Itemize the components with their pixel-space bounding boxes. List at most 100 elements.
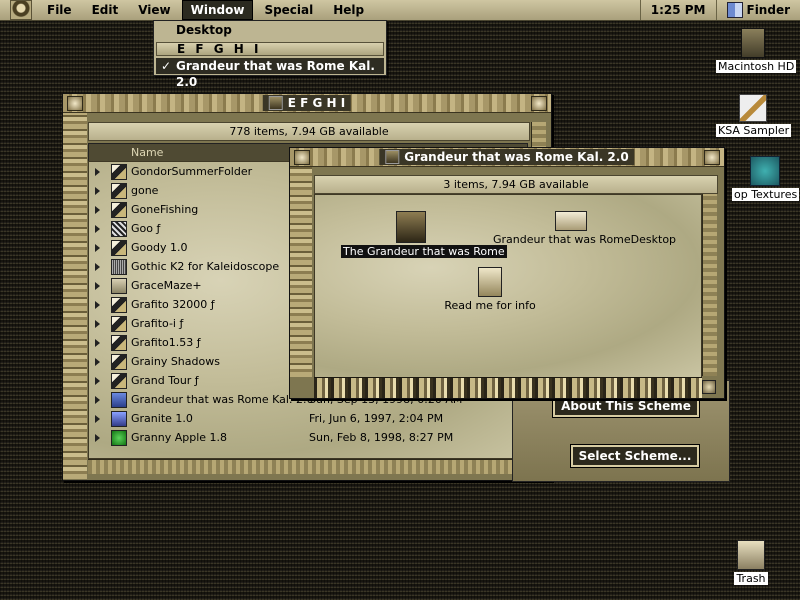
list-item-name: Grand Tour ƒ bbox=[131, 374, 199, 387]
file-icon-grandeur-desktop[interactable]: Grandeur that was RomeDesktop bbox=[491, 211, 676, 246]
zoom-box-icon[interactable] bbox=[704, 150, 720, 165]
application-name: Finder bbox=[746, 3, 791, 17]
status-bar: 778 items, 7.94 GB available bbox=[88, 122, 530, 141]
title-bar[interactable]: E F G H I bbox=[63, 94, 551, 113]
window-title-text: Grandeur that was Rome Kal. 2.0 bbox=[404, 150, 629, 164]
disclosure-triangle-icon[interactable] bbox=[95, 358, 100, 366]
list-item-date: Sun, Feb 8, 1998, 8:27 PM bbox=[309, 431, 454, 444]
file-type-icon bbox=[111, 430, 127, 446]
list-item-name: Goody 1.0 bbox=[131, 241, 188, 254]
list-item-date: Fri, Jun 6, 1997, 2:04 PM bbox=[309, 412, 444, 425]
list-item-name: GraceMaze+ bbox=[131, 279, 202, 292]
list-item-name: Grafito1.53 ƒ bbox=[131, 336, 201, 349]
disclosure-triangle-icon[interactable] bbox=[95, 244, 100, 252]
list-item-name: GoneFishing bbox=[131, 203, 199, 216]
file-type-icon bbox=[111, 297, 127, 313]
file-label: The Grandeur that was Rome bbox=[341, 245, 507, 258]
menu-item-label: Grandeur that was Rome Kal. 2.0 bbox=[176, 59, 375, 89]
disclosure-triangle-icon[interactable] bbox=[95, 187, 100, 195]
disclosure-triangle-icon[interactable] bbox=[95, 225, 100, 233]
desktop-icon-textures[interactable]: op Textures bbox=[732, 156, 800, 201]
file-type-icon bbox=[111, 373, 127, 389]
grow-box-icon[interactable] bbox=[702, 380, 716, 394]
list-item[interactable]: Granny Apple 1.8 Sun, Feb 8, 1998, 8:27 P… bbox=[89, 428, 529, 447]
menu-item-desktop[interactable]: Desktop bbox=[156, 22, 384, 38]
select-scheme-button[interactable]: Select Scheme... bbox=[570, 444, 700, 468]
hard-disk-icon bbox=[741, 28, 765, 58]
close-box-icon[interactable] bbox=[67, 96, 83, 111]
window-grandeur-rome: Grandeur that was Rome Kal. 2.0 3 items,… bbox=[289, 147, 725, 399]
checkmark-icon: ✓ bbox=[161, 59, 172, 73]
disclosure-triangle-icon[interactable] bbox=[95, 263, 100, 271]
icon-view-pane: The Grandeur that was Rome Grandeur that… bbox=[314, 194, 702, 378]
finder-icon bbox=[726, 2, 743, 18]
menu-window[interactable]: Window bbox=[181, 0, 254, 20]
menu-item-grandeur-rome[interactable]: ✓ Grandeur that was Rome Kal. 2.0 bbox=[156, 58, 384, 89]
list-item-name: gone bbox=[131, 184, 159, 197]
desktop-icon-ksa-sampler[interactable]: KSA Sampler bbox=[716, 94, 792, 137]
disclosure-triangle-icon[interactable] bbox=[95, 168, 100, 176]
file-type-icon bbox=[111, 316, 127, 332]
list-item-name: GondorSummerFolder bbox=[131, 165, 253, 178]
list-item[interactable]: Granite 1.0 Fri, Jun 6, 1997, 2:04 PM bbox=[89, 409, 529, 428]
menu-item-efghi[interactable]: E F G H I bbox=[156, 42, 384, 56]
file-icon-read-me[interactable]: Read me for info bbox=[435, 267, 545, 312]
list-item-name: Granny Apple 1.8 bbox=[131, 431, 228, 444]
window-frame-left bbox=[63, 113, 87, 479]
text-document-icon bbox=[478, 267, 502, 297]
status-bar: 3 items, 7.94 GB available bbox=[314, 175, 718, 194]
close-box-icon[interactable] bbox=[294, 150, 310, 165]
horizontal-scrollbar[interactable] bbox=[88, 459, 528, 474]
ksa-sampler-icon bbox=[739, 94, 767, 122]
file-type-icon bbox=[111, 259, 127, 275]
window-title: E F G H I bbox=[262, 95, 352, 111]
apple-menu-icon[interactable] bbox=[10, 0, 32, 20]
folder-icon bbox=[268, 96, 283, 110]
file-type-icon bbox=[111, 354, 127, 370]
menu-edit[interactable]: Edit bbox=[83, 0, 128, 20]
disclosure-triangle-icon[interactable] bbox=[95, 339, 100, 347]
title-bar[interactable]: Grandeur that was Rome Kal. 2.0 bbox=[290, 148, 724, 167]
menu-special[interactable]: Special bbox=[255, 0, 322, 20]
file-label: Read me for info bbox=[444, 299, 536, 312]
menu-file[interactable]: File bbox=[38, 0, 81, 20]
file-type-icon bbox=[111, 240, 127, 256]
file-type-icon bbox=[111, 411, 127, 427]
window-title: Grandeur that was Rome Kal. 2.0 bbox=[379, 149, 635, 165]
disclosure-triangle-icon[interactable] bbox=[95, 206, 100, 214]
window-frame-left bbox=[290, 167, 312, 377]
horizontal-scrollbar[interactable] bbox=[314, 377, 702, 398]
disclosure-triangle-icon[interactable] bbox=[95, 415, 100, 423]
disclosure-triangle-icon[interactable] bbox=[95, 301, 100, 309]
file-icon-grandeur-rome[interactable]: The Grandeur that was Rome bbox=[341, 211, 507, 258]
file-type-icon bbox=[111, 278, 127, 294]
trash-icon bbox=[737, 540, 765, 570]
menu-view[interactable]: View bbox=[129, 0, 179, 20]
file-label: Grandeur that was RomeDesktop bbox=[493, 233, 677, 246]
disclosure-triangle-icon[interactable] bbox=[95, 434, 100, 442]
kaleidoscope-scheme-icon bbox=[385, 150, 400, 164]
disclosure-triangle-icon[interactable] bbox=[95, 282, 100, 290]
desktop-icon-macintosh-hd[interactable]: Macintosh HD bbox=[716, 28, 797, 73]
disclosure-triangle-icon[interactable] bbox=[95, 396, 100, 404]
disclosure-triangle-icon[interactable] bbox=[95, 320, 100, 328]
textures-icon bbox=[750, 156, 780, 186]
vertical-scrollbar[interactable] bbox=[702, 194, 717, 376]
application-menu[interactable]: Finder bbox=[715, 0, 800, 20]
desktop-icon-trash[interactable]: Trash bbox=[726, 540, 776, 585]
zoom-box-icon[interactable] bbox=[531, 96, 547, 111]
menu-bar: File Edit View Window Special Help 1:25 … bbox=[0, 0, 800, 21]
window-menu-dropdown: Desktop E F G H I ✓ Grandeur that was Ro… bbox=[153, 20, 387, 89]
desktop-icon-label: Trash bbox=[734, 572, 768, 585]
list-item-name: Gothic K2 for Kaleidoscope bbox=[131, 260, 280, 273]
picture-file-icon bbox=[555, 211, 587, 231]
list-item-name: Granite 1.0 bbox=[131, 412, 193, 425]
desktop-icon-label: op Textures bbox=[732, 188, 800, 201]
disclosure-triangle-icon[interactable] bbox=[95, 377, 100, 385]
menu-help[interactable]: Help bbox=[324, 0, 373, 20]
list-item-name: Grandeur that was Rome Kal. 2.0 bbox=[131, 393, 314, 406]
desktop-icon-label: KSA Sampler bbox=[716, 124, 792, 137]
list-item-name: Grainy Shadows bbox=[131, 355, 220, 368]
file-type-icon bbox=[111, 221, 127, 237]
menu-clock[interactable]: 1:25 PM bbox=[639, 0, 716, 20]
